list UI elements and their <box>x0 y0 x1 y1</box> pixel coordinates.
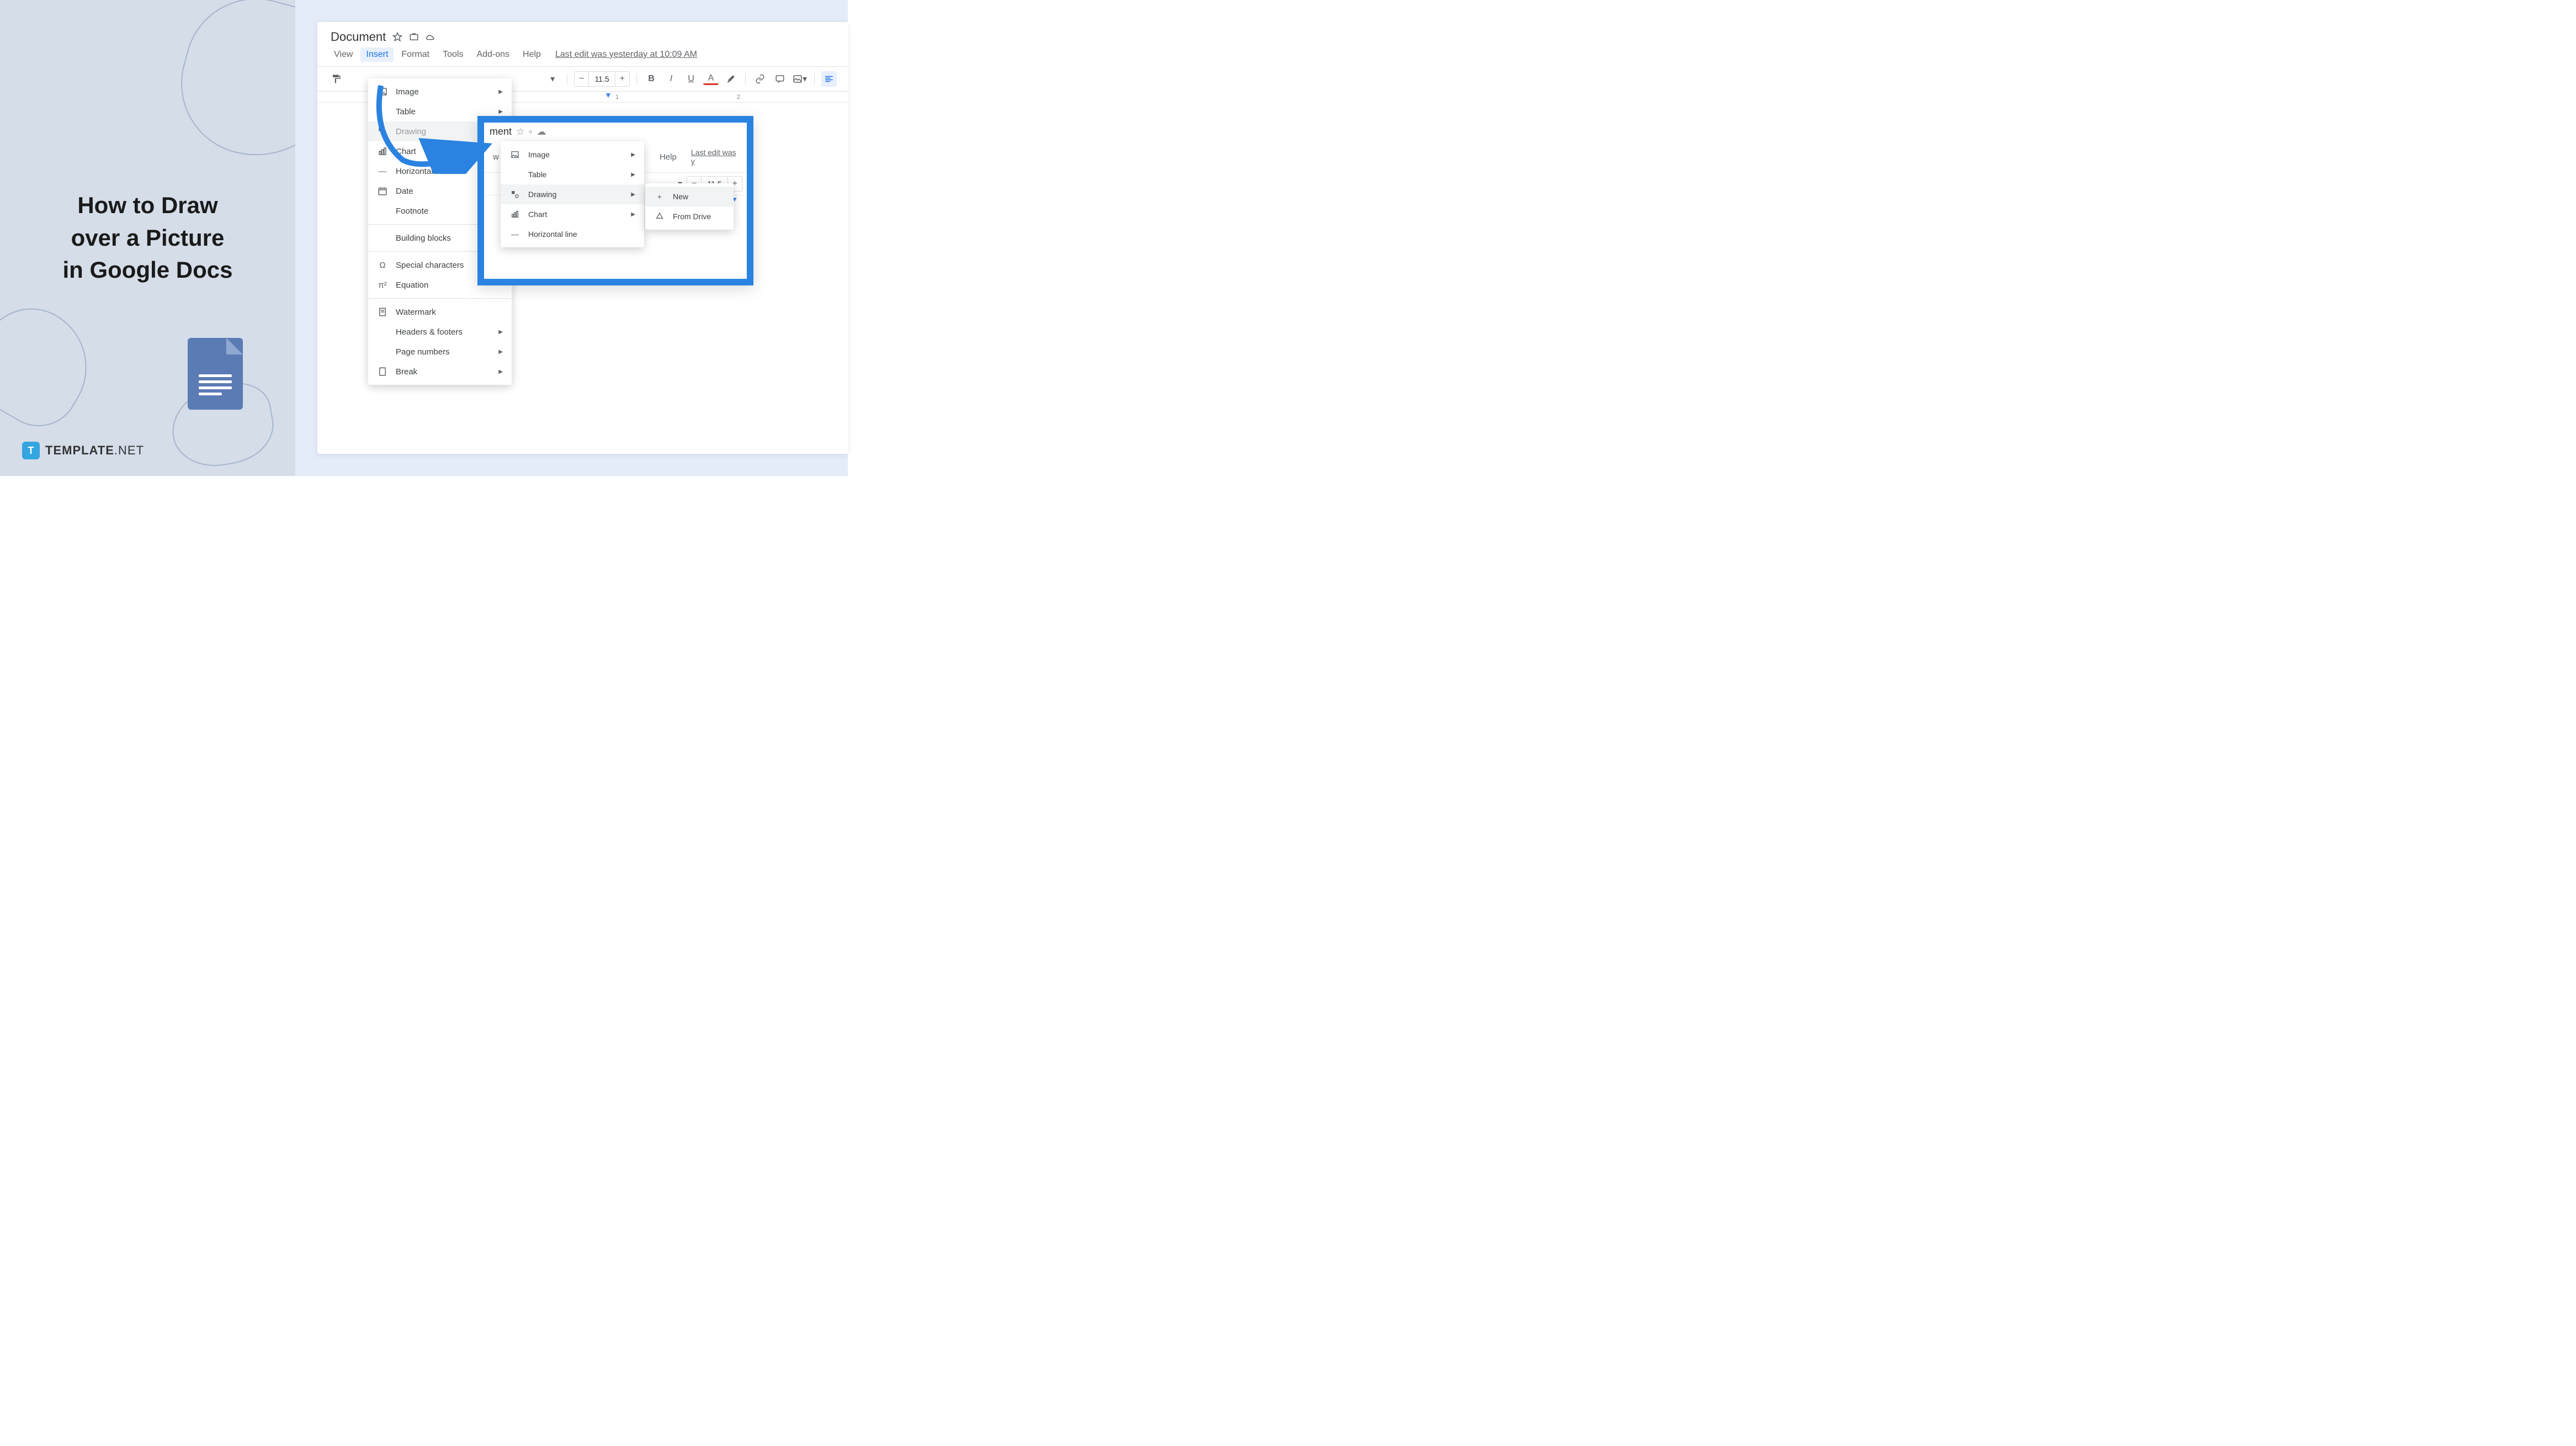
menu-bar: View Insert Format Tools Add-ons Help La… <box>317 47 848 66</box>
comment-icon[interactable] <box>772 71 788 87</box>
drawing-icon <box>377 126 388 137</box>
last-edit-link[interactable]: Last edit was yesterday at 10:09 AM <box>555 50 697 60</box>
callout-insert-dropdown: Image ▶ Table ▶ Drawing ▶ <box>501 141 644 247</box>
decorative-blob <box>0 290 109 441</box>
folder-icon: ▫ <box>529 126 532 137</box>
callout-entry-chart[interactable]: Chart ▶ <box>501 204 644 224</box>
paint-format-icon[interactable] <box>328 71 344 87</box>
callout-entry-horizontal-line[interactable]: — Horizontal line <box>501 224 644 244</box>
italic-button[interactable]: I <box>663 71 679 87</box>
menu-help[interactable]: Help <box>517 47 546 62</box>
highlight-icon[interactable] <box>723 71 739 87</box>
chevron-right-icon: ▶ <box>631 192 635 198</box>
image-icon <box>377 86 388 97</box>
chart-icon <box>509 209 520 220</box>
font-size-control[interactable]: − 11.5 + <box>574 71 630 87</box>
page-title: How to Draw over a Picture in Google Doc… <box>22 189 273 287</box>
watermark-icon <box>377 306 388 317</box>
menu-entry-watermark[interactable]: Watermark <box>368 302 512 322</box>
document-header: Document <box>317 22 848 47</box>
cloud-status-icon[interactable] <box>426 32 435 42</box>
drive-icon <box>654 211 665 222</box>
chevron-right-icon: ▶ <box>498 109 503 115</box>
google-docs-window: Document View Insert Format Tools Add-on… <box>317 22 848 454</box>
brand-icon: T <box>22 442 40 459</box>
indent-marker-icon[interactable]: ▼ <box>604 91 612 99</box>
menu-entry-image[interactable]: Image ▶ <box>368 82 512 102</box>
horizontal-line-icon: — <box>377 166 388 177</box>
chevron-right-icon: ▶ <box>631 172 635 178</box>
menu-entry-page-numbers[interactable]: Page numbers ▶ <box>368 342 512 362</box>
drawing-icon <box>509 189 520 200</box>
bold-button[interactable]: B <box>644 71 659 87</box>
plus-icon: + <box>654 191 665 202</box>
submenu-new[interactable]: + New <box>645 187 734 206</box>
callout-menu-help[interactable]: Help <box>654 150 682 164</box>
chevron-right-icon: ▶ <box>631 211 635 218</box>
menu-entry-break[interactable]: Break ▶ <box>368 362 512 382</box>
calendar-icon <box>377 186 388 197</box>
star-icon: ☆ <box>516 126 524 137</box>
drawing-submenu: + New From Drive <box>645 183 734 230</box>
tutorial-title-panel: How to Draw over a Picture in Google Doc… <box>0 0 295 476</box>
callout-entry-drawing[interactable]: Drawing ▶ <box>501 184 644 204</box>
font-size-value[interactable]: 11.5 <box>589 72 614 86</box>
pi-icon: π² <box>377 279 388 290</box>
horizontal-line-icon: — <box>509 229 520 240</box>
chevron-right-icon: ▶ <box>498 369 503 375</box>
break-icon <box>377 366 388 377</box>
underline-button[interactable]: U <box>683 71 699 87</box>
text-color-button[interactable]: A <box>703 73 719 85</box>
chevron-right-icon: ▶ <box>631 152 635 158</box>
image-icon <box>509 149 520 160</box>
screenshot-panel: Document View Insert Format Tools Add-on… <box>295 0 848 476</box>
google-docs-logo <box>188 338 243 410</box>
callout-entry-image[interactable]: Image ▶ <box>501 145 644 165</box>
chart-icon <box>377 146 388 157</box>
chevron-right-icon: ▶ <box>498 349 503 355</box>
menu-view[interactable]: View <box>328 47 358 62</box>
document-title[interactable]: Document <box>331 30 386 44</box>
decrease-font-icon[interactable]: − <box>575 72 589 86</box>
dropdown-icon[interactable]: ▾ <box>545 71 560 87</box>
menu-addons[interactable]: Add-ons <box>471 47 515 62</box>
callout-entry-table[interactable]: Table ▶ <box>501 165 644 184</box>
brand-logo: T TEMPLATE.NET <box>22 442 144 459</box>
chevron-right-icon: ▶ <box>498 329 503 335</box>
move-folder-icon[interactable] <box>409 32 419 42</box>
cloud-icon: ☁ <box>537 126 546 137</box>
chevron-right-icon: ▶ <box>498 89 503 95</box>
menu-entry-headers-footers[interactable]: Headers & footers ▶ <box>368 322 512 342</box>
submenu-from-drive[interactable]: From Drive <box>645 206 734 226</box>
link-icon[interactable] <box>752 71 768 87</box>
increase-font-icon[interactable]: + <box>615 72 629 86</box>
star-icon[interactable] <box>392 32 402 42</box>
zoom-callout: ment ☆ ▫ ☁ w Insert Format Tools Add-ons… <box>477 116 753 285</box>
image-insert-icon[interactable]: ▾ <box>792 71 808 87</box>
callout-last-edit[interactable]: Last edit was y <box>691 148 741 166</box>
menu-format[interactable]: Format <box>396 47 435 62</box>
menu-insert[interactable]: Insert <box>360 47 394 62</box>
menu-tools[interactable]: Tools <box>437 47 469 62</box>
align-icon[interactable] <box>821 71 837 87</box>
omega-icon: Ω <box>377 259 388 271</box>
